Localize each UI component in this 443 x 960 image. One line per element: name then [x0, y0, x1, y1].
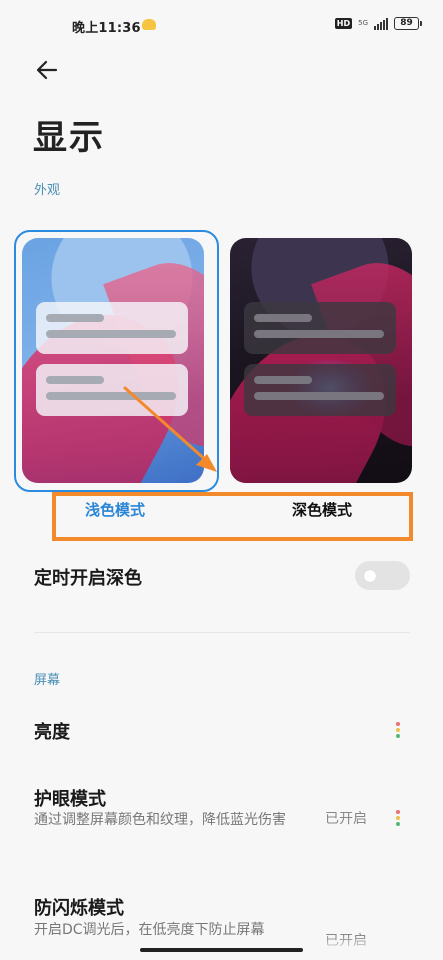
- status-time: 晚上11:36: [72, 21, 141, 36]
- divider: [34, 632, 410, 633]
- home-indicator[interactable]: [140, 948, 303, 952]
- battery-level: 89: [400, 18, 413, 28]
- toggle-knob: [364, 570, 376, 582]
- section-label-screen: 屏幕: [34, 673, 61, 688]
- schedule-dark-toggle[interactable]: [355, 561, 410, 590]
- dark-mode-preview[interactable]: [230, 238, 412, 483]
- eye-care-title[interactable]: 护眼模式: [34, 785, 106, 811]
- schedule-dark-title: 定时开启深色: [34, 568, 142, 589]
- status-bar: 晚上11:36 HD 5G 89: [0, 0, 443, 52]
- signal-icon: [374, 17, 388, 30]
- eye-care-status: 已开启: [325, 811, 367, 827]
- preview-panel: [244, 302, 396, 354]
- back-button[interactable]: [32, 55, 62, 85]
- cloud-icon: [142, 19, 156, 30]
- hd-badge: HD: [334, 18, 353, 29]
- vertical-dots-icon[interactable]: [396, 810, 400, 826]
- status-indicators: HD 5G 89: [334, 17, 422, 30]
- network-type: 5G: [358, 19, 368, 27]
- light-mode-label[interactable]: 浅色模式: [85, 499, 145, 520]
- preview-panel: [36, 302, 188, 354]
- preview-panel: [244, 364, 396, 416]
- brightness-title[interactable]: 亮度: [34, 718, 70, 744]
- arrow-left-icon: [36, 60, 58, 80]
- anti-flicker-title[interactable]: 防闪烁模式: [34, 894, 124, 920]
- eye-care-description: 通过调整屏幕颜色和纹理，降低蓝光伤害: [34, 812, 286, 828]
- page-title: 显示: [33, 118, 105, 158]
- section-label-appearance: 外观: [34, 183, 61, 198]
- light-mode-preview[interactable]: [22, 238, 204, 483]
- vertical-dots-icon[interactable]: [396, 722, 400, 738]
- preview-panel: [36, 364, 188, 416]
- battery-icon: 89: [394, 17, 422, 30]
- dark-mode-label[interactable]: 深色模式: [292, 499, 352, 520]
